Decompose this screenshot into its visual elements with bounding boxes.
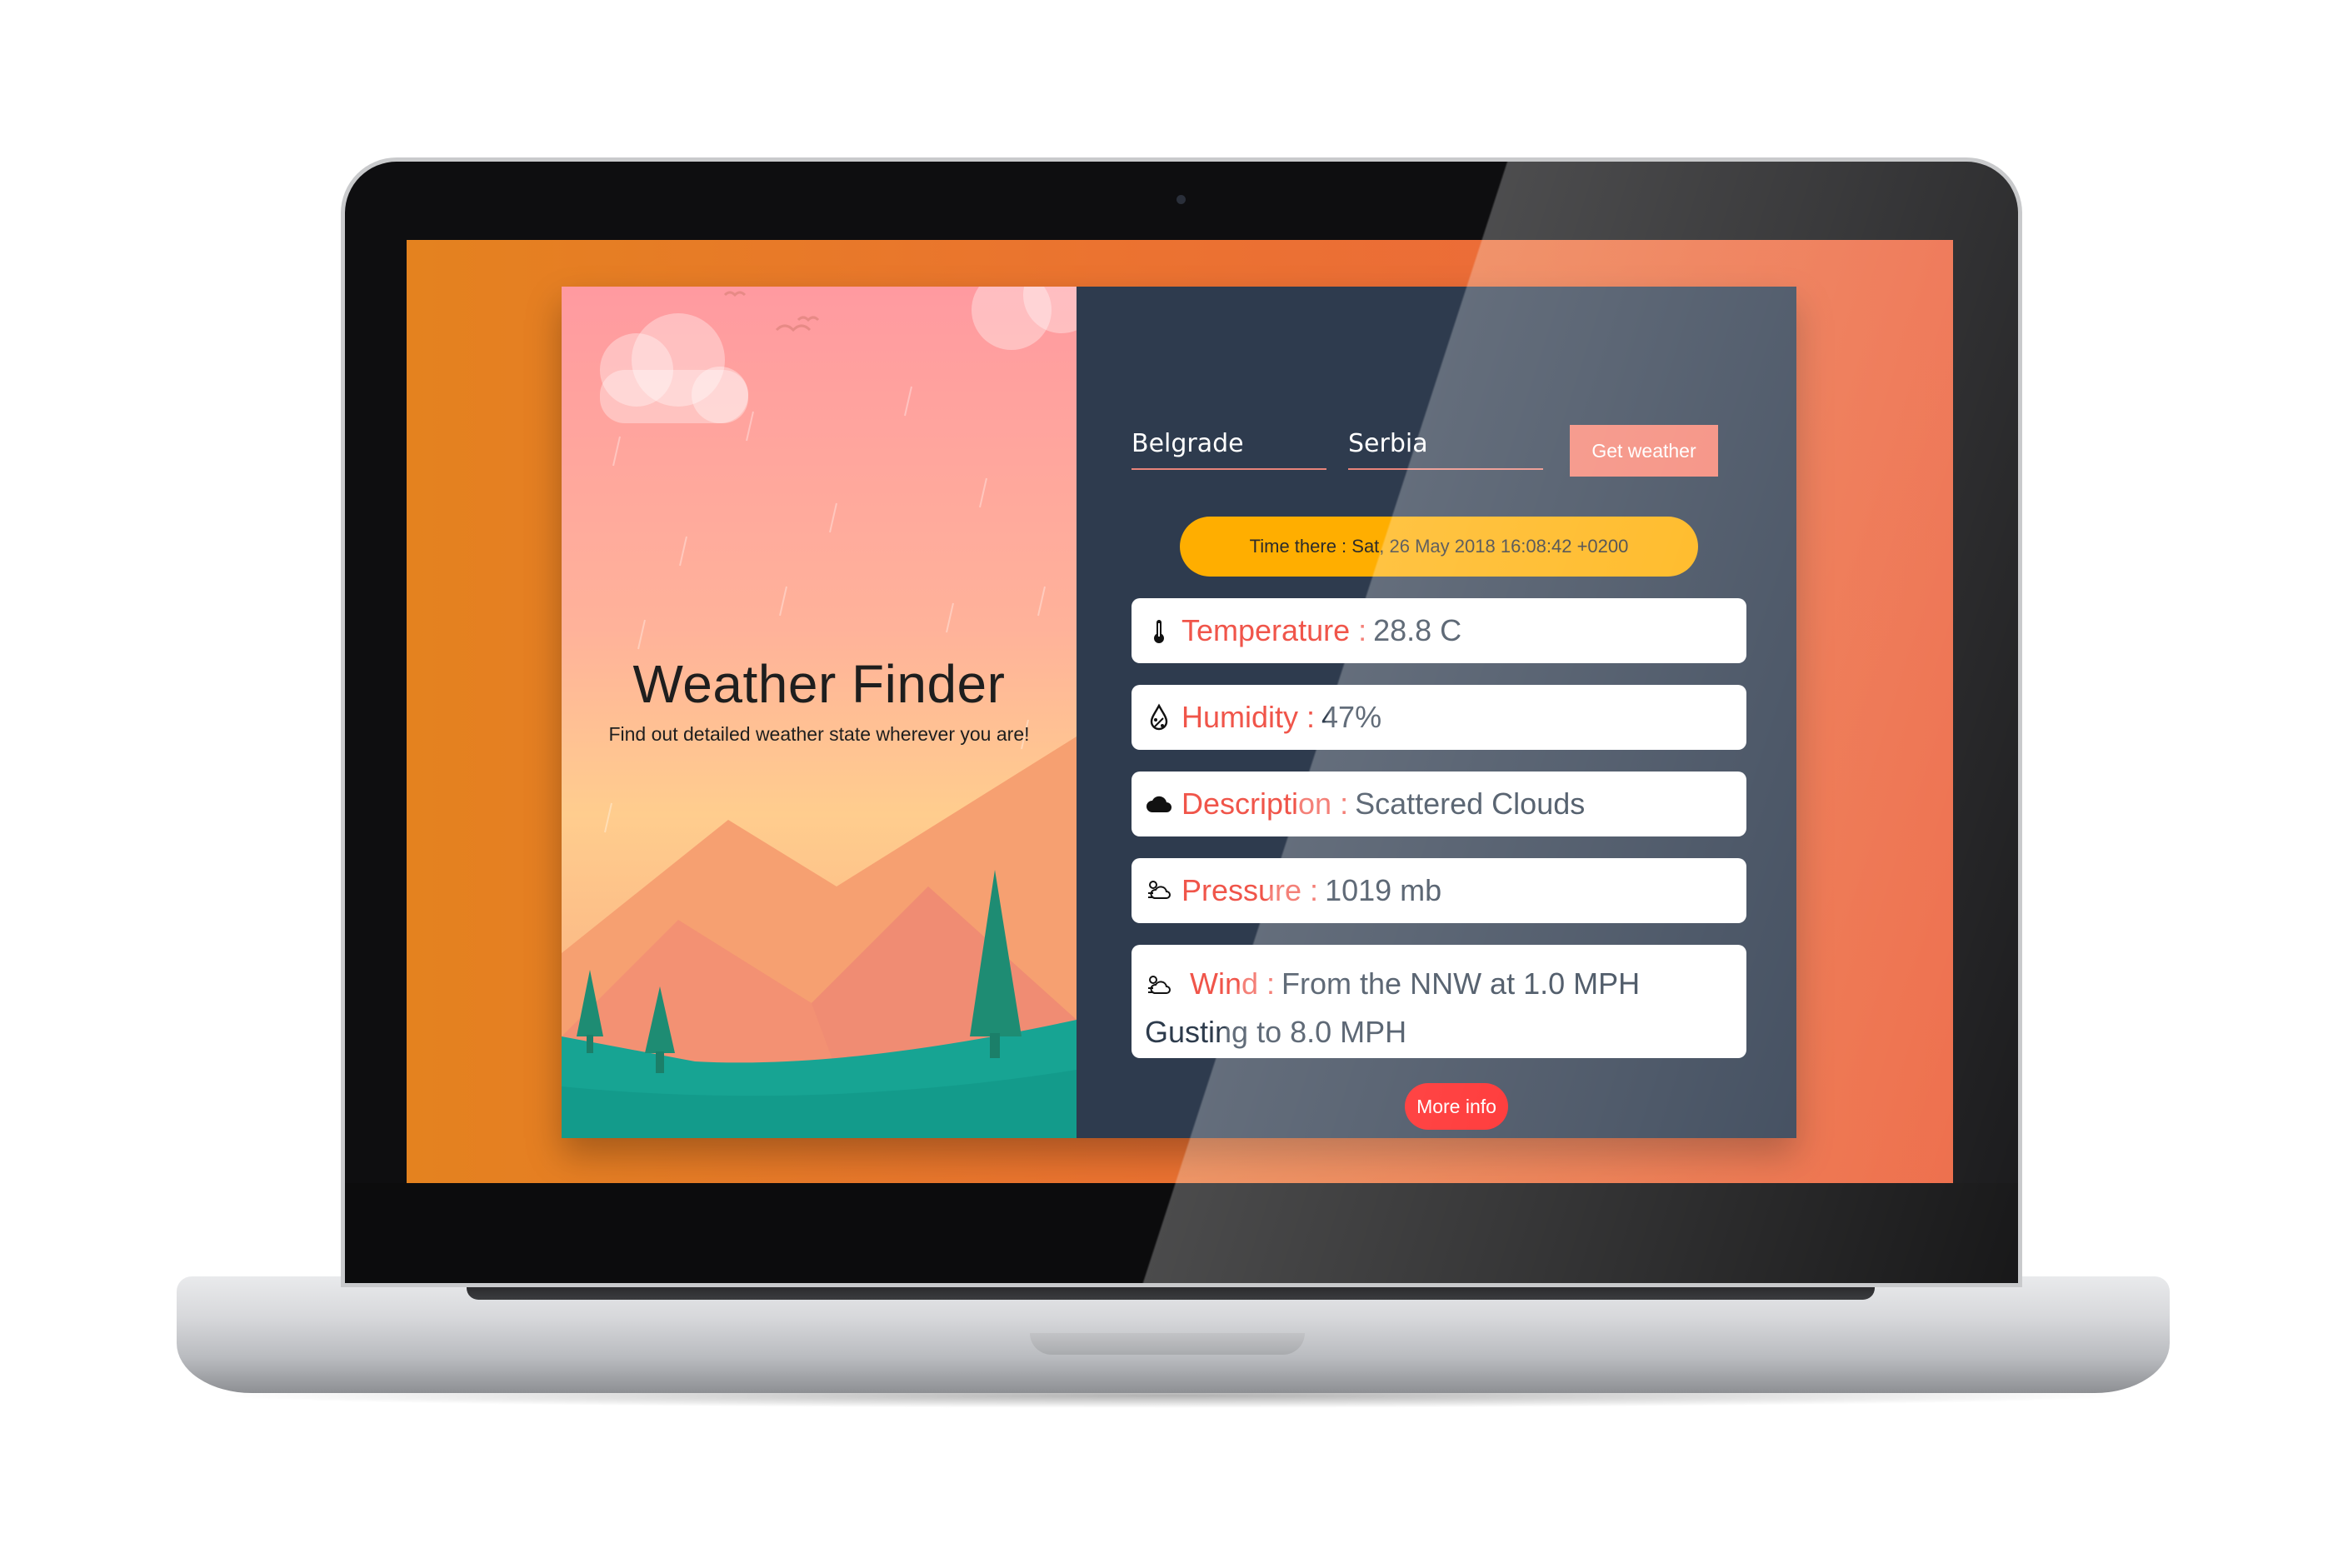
weather-panel: Get weather Time there : Sat, 26 May 201… — [1077, 287, 1796, 1138]
app-subtitle: Find out detailed weather state wherever… — [608, 723, 1030, 745]
hero-illustration: Weather Finder Find out detailed weather… — [562, 287, 1077, 1138]
wind-label: Wind : — [1190, 966, 1276, 1001]
description-value: Scattered Clouds — [1355, 786, 1586, 821]
country-input[interactable] — [1348, 423, 1543, 470]
more-info-button[interactable]: More info — [1405, 1083, 1508, 1130]
local-time-badge: Time there : Sat, 26 May 2018 16:08:42 +… — [1180, 517, 1698, 577]
cloud-icon — [1147, 796, 1171, 812]
humidity-label: Humidity : — [1181, 700, 1316, 734]
humidity-row: Humidity : 47% — [1132, 685, 1746, 750]
birds — [723, 291, 820, 332]
wind-icon — [1148, 976, 1171, 995]
humidity-value: 47% — [1321, 700, 1382, 734]
weather-app-card: Weather Finder Find out detailed weather… — [562, 287, 1796, 1138]
get-weather-button[interactable]: Get weather — [1570, 425, 1718, 477]
wind-row: Wind : From the NNW at 1.0 MPH Gusting to… — [1132, 945, 1746, 1058]
thermometer-icon — [1154, 620, 1164, 643]
temperature-value: 28.8 C — [1373, 613, 1462, 647]
pressure-value: 1019 mb — [1325, 873, 1442, 907]
temperature-row: Temperature : 28.8 C — [1132, 598, 1746, 663]
laptop-screen: Weather Finder Find out detailed weather… — [407, 240, 1953, 1183]
pressure-label: Pressure : — [1181, 873, 1319, 907]
description-label: Description : — [1181, 786, 1349, 821]
clouds — [600, 287, 1077, 423]
app-title: Weather Finder — [632, 654, 1006, 714]
humidity-drop-icon — [1150, 703, 1168, 731]
weather-icon — [1148, 881, 1171, 899]
city-input[interactable] — [1132, 423, 1326, 470]
pressure-row: Pressure : 1019 mb — [1132, 858, 1746, 923]
bezel-bottom — [345, 1183, 2018, 1283]
camera-icon — [1176, 195, 1186, 204]
temperature-label: Temperature : — [1181, 613, 1367, 647]
laptop-notch — [1030, 1333, 1305, 1355]
laptop-lid: Weather Finder Find out detailed weather… — [345, 162, 2018, 1283]
description-row: Description : Scattered Clouds — [1132, 772, 1746, 836]
